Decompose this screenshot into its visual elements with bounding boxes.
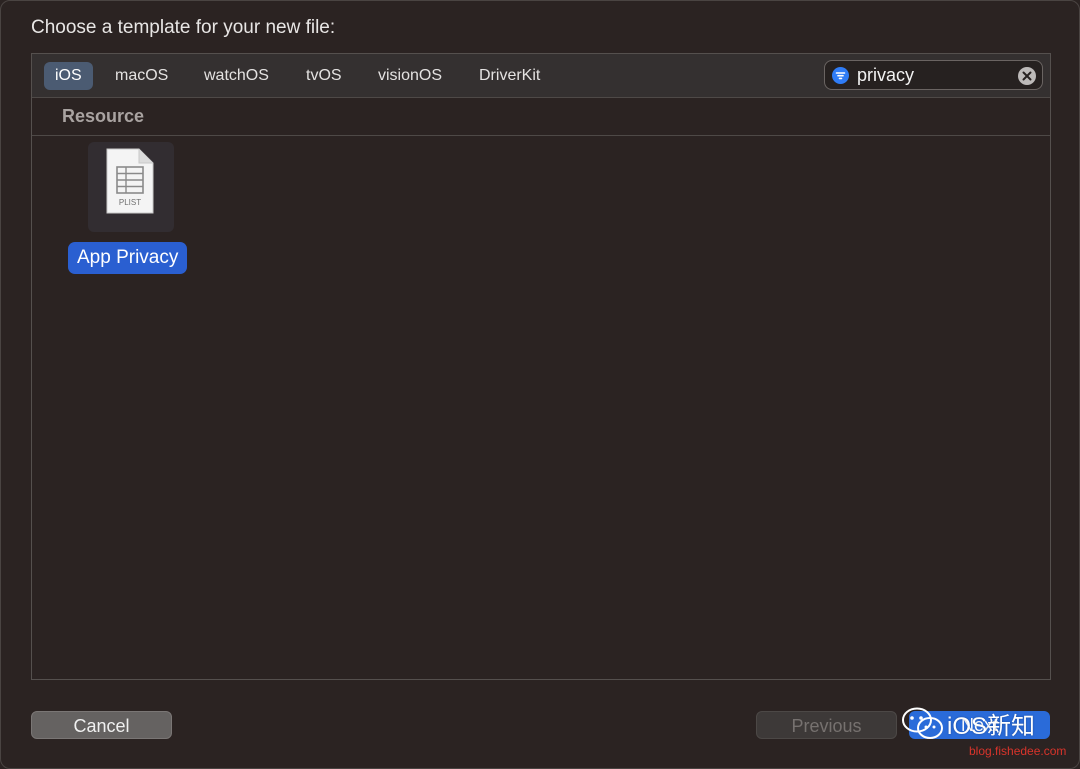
tab-watchos[interactable]: watchOS	[193, 62, 280, 90]
search-input[interactable]	[857, 64, 1007, 86]
template-item-app-privacy[interactable]: PLIST App Privacy	[68, 142, 194, 277]
tab-ios[interactable]: iOS	[44, 62, 93, 90]
watermark-brand: iOS新知	[947, 713, 1036, 740]
plist-file-icon: PLIST	[106, 148, 154, 214]
new-file-dialog: Choose a template for your new file: iOS…	[0, 0, 1080, 769]
template-chooser-panel: iOS macOS watchOS tvOS visionOS DriverKi…	[31, 53, 1051, 680]
clear-circle-icon[interactable]	[1018, 67, 1036, 85]
wechat-icon	[902, 707, 943, 739]
previous-button[interactable]: Previous	[756, 711, 897, 739]
search-field[interactable]	[824, 60, 1043, 90]
file-badge: PLIST	[119, 198, 141, 207]
tab-driverkit[interactable]: DriverKit	[468, 62, 551, 90]
platform-tab-bar: iOS macOS watchOS tvOS visionOS DriverKi…	[32, 54, 1050, 98]
section-header: Resource	[32, 98, 1050, 136]
filter-icon[interactable]	[832, 67, 849, 84]
tab-tvos[interactable]: tvOS	[295, 62, 353, 90]
cancel-button[interactable]: Cancel	[31, 711, 172, 739]
tab-macos[interactable]: macOS	[104, 62, 179, 90]
section-title: Resource	[62, 106, 145, 126]
dialog-prompt: Choose a template for your new file:	[31, 17, 336, 38]
watermark: iOS新知 blog.fishedee.com	[901, 704, 1071, 766]
watermark-url: blog.fishedee.com	[969, 744, 1067, 758]
template-label: App Privacy	[68, 242, 188, 274]
tab-visionos[interactable]: visionOS	[367, 62, 453, 90]
